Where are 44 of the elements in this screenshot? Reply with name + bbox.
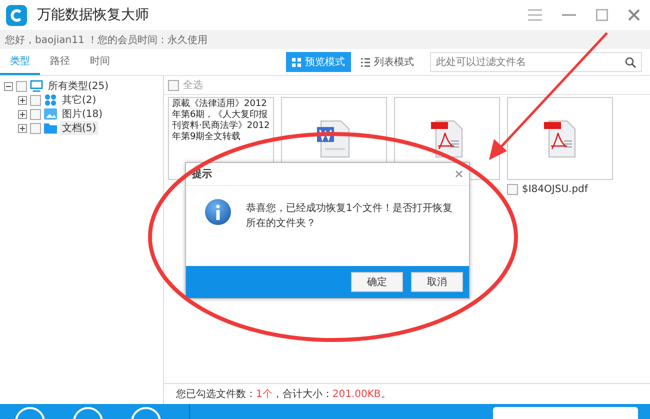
close-icon[interactable] — [455, 170, 463, 178]
greeting-text: 您好，baojian11 ！您的会员时间：永久使用 — [5, 34, 208, 46]
dialog-button[interactable]: 确定 — [351, 272, 403, 292]
computer-icon — [30, 80, 43, 92]
preview-text: 年第9期全文转载 — [172, 132, 242, 143]
info-icon — [204, 198, 232, 226]
file-thumbnail[interactable] — [507, 97, 613, 180]
dialog-message: 恭喜您，已经成功恢复1个文件！是否打开恢复所在的文件夹？ — [246, 202, 453, 231]
checkbox[interactable] — [168, 80, 179, 90]
dialog-button[interactable]: 取消 — [411, 272, 463, 292]
expander-icon[interactable] — [4, 82, 13, 90]
tree-item[interactable]: 所有类型(25) — [46, 79, 111, 93]
folder-icon — [44, 122, 57, 134]
preview-text: 年第6期，《人大复印报 — [172, 110, 269, 120]
grid-icon — [292, 58, 301, 66]
preview-text: 刊资料·民商法学》2012 — [172, 121, 270, 132]
checkbox[interactable] — [30, 122, 41, 134]
tree-item[interactable]: 文档(5) — [60, 121, 98, 135]
pdf-file-icon — [430, 118, 464, 158]
pdf-file-icon — [543, 118, 577, 158]
app-logo-icon — [6, 4, 27, 26]
checkbox[interactable] — [16, 80, 27, 92]
tab[interactable]: 时间 — [80, 49, 120, 75]
preview-text: 原載《法律适用》2012 — [172, 99, 268, 110]
list-icon — [361, 58, 370, 66]
close-icon[interactable] — [628, 9, 640, 21]
selection-summary: 您已勾选文件数：1个，合计大小：201.00KB。 — [176, 388, 391, 401]
expander-icon[interactable] — [18, 124, 27, 132]
checkbox[interactable] — [30, 108, 41, 120]
image-icon — [44, 108, 57, 120]
menu-icon[interactable] — [528, 9, 542, 21]
tab[interactable]: 路径 — [40, 49, 80, 75]
tree-item[interactable]: 其它(2) — [60, 93, 98, 107]
dots-icon — [44, 94, 57, 106]
expander-icon[interactable] — [18, 96, 27, 104]
search-field[interactable]: 此处可以过滤文件名 — [430, 52, 642, 72]
file-name: $I84OJSU.pdf — [522, 184, 588, 195]
checkbox[interactable] — [507, 184, 518, 195]
search-icon[interactable] — [625, 56, 636, 68]
maximize-icon[interactable] — [596, 9, 608, 21]
expander-icon[interactable] — [18, 110, 27, 118]
checkbox[interactable] — [30, 94, 41, 106]
tree-item[interactable]: 图片(18) — [60, 107, 105, 121]
window-title: 万能数据恢复大师 — [37, 6, 149, 24]
